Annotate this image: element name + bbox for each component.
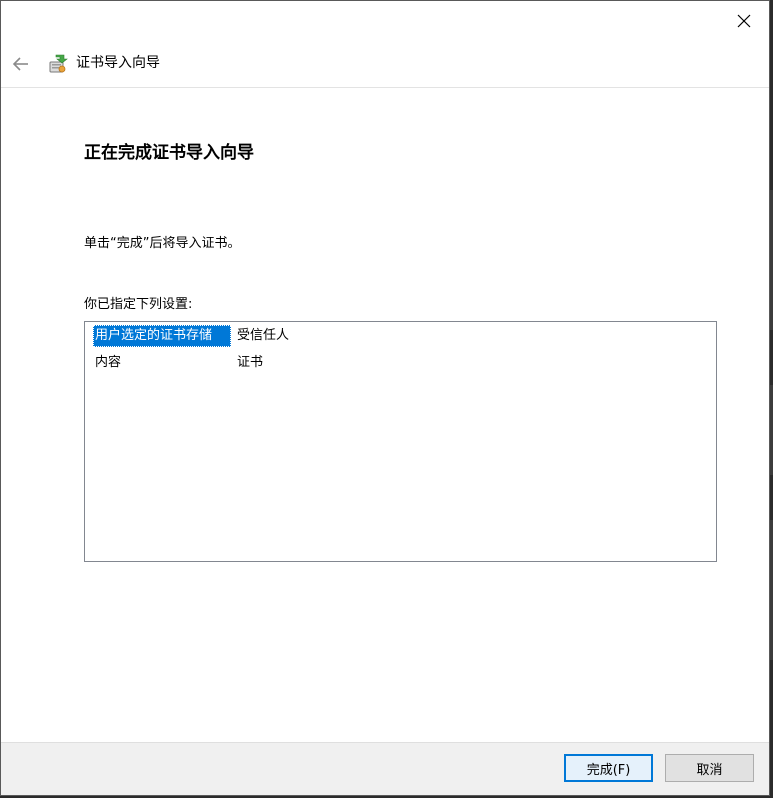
settings-list[interactable]: 用户选定的证书存储 受信任人 内容 证书 bbox=[84, 321, 717, 562]
close-button[interactable] bbox=[721, 3, 767, 39]
certificate-import-wizard-window: 证书导入向导 正在完成证书导入向导 单击“完成”后将导入证书。 你已指定下列设置… bbox=[0, 0, 770, 796]
back-button[interactable] bbox=[7, 50, 35, 78]
cancel-button[interactable]: 取消 bbox=[665, 754, 754, 782]
page-heading: 正在完成证书导入向导 bbox=[84, 143, 254, 163]
finish-button[interactable]: 完成(F) bbox=[564, 754, 653, 782]
settings-value-store: 受信任人 bbox=[237, 328, 290, 343]
settings-row-content[interactable]: 内容 证书 bbox=[93, 352, 263, 374]
certificate-wizard-icon bbox=[49, 54, 68, 73]
instruction-text: 单击“完成”后将导入证书。 bbox=[84, 236, 241, 251]
settings-key-content: 内容 bbox=[95, 355, 122, 370]
wizard-title: 证书导入向导 bbox=[76, 55, 160, 71]
settings-value-content: 证书 bbox=[237, 355, 264, 370]
wizard-nav-bar: 证书导入向导 bbox=[1, 42, 769, 88]
button-bar: 完成(F) 取消 bbox=[1, 742, 769, 795]
close-icon bbox=[737, 14, 751, 28]
settings-label: 你已指定下列设置: bbox=[84, 297, 193, 312]
title-bar bbox=[1, 1, 769, 42]
settings-key-store: 用户选定的证书存储 bbox=[93, 325, 231, 347]
back-arrow-icon bbox=[12, 57, 28, 71]
settings-row-store[interactable]: 用户选定的证书存储 受信任人 bbox=[93, 325, 289, 347]
